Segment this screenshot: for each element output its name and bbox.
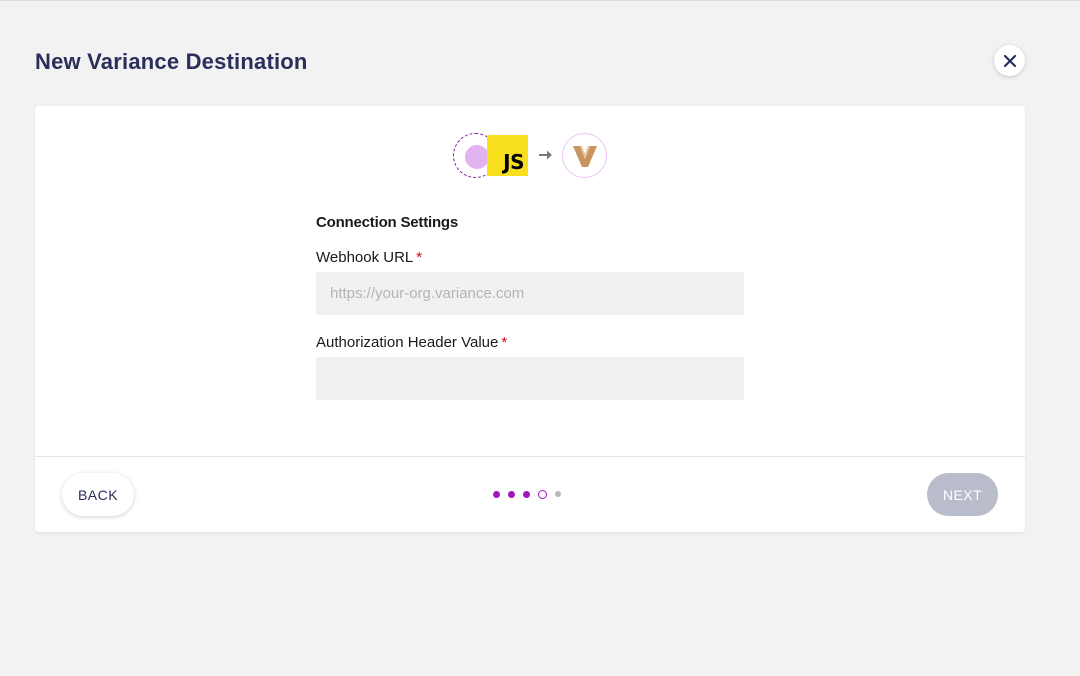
destination-badge [562,133,607,178]
footer-divider [35,456,1025,457]
authorization-header-label: Authorization Header Value * [316,334,744,351]
top-divider [0,0,1080,1]
required-marker: * [501,334,508,351]
wizard-card: JS Connection Settings Webhook URL* Auth… [35,106,1025,532]
connection-flow: JS [453,133,613,179]
connection-settings-form: Connection Settings Webhook URL* Authori… [316,214,744,400]
step-dot-complete [508,490,515,498]
js-logo-text: JS [503,150,524,174]
step-dot-upcoming [555,491,561,497]
step-dot-current [538,489,547,499]
next-button[interactable]: NEXT [927,473,998,516]
step-dot-complete [523,490,530,498]
webhook-url-input[interactable] [316,272,744,315]
source-dot-icon [465,145,489,169]
webhook-url-label: Webhook URL * [316,249,744,266]
close-icon [1003,54,1016,67]
authorization-header-label-text: Authorization Header Value [316,334,499,351]
variance-logo-icon [572,145,597,167]
required-marker: * [416,249,423,266]
authorization-header-input[interactable] [316,357,744,400]
page-title: New Variance Destination [35,49,308,74]
webhook-url-label-text: Webhook URL [316,249,414,266]
javascript-logo-icon: JS [487,135,528,176]
step-dot-complete [493,490,500,498]
back-button[interactable]: BACK [62,473,134,516]
step-indicator [493,489,561,499]
arrow-right-icon [539,150,552,160]
section-title: Connection Settings [316,214,459,231]
close-button[interactable] [994,45,1025,76]
